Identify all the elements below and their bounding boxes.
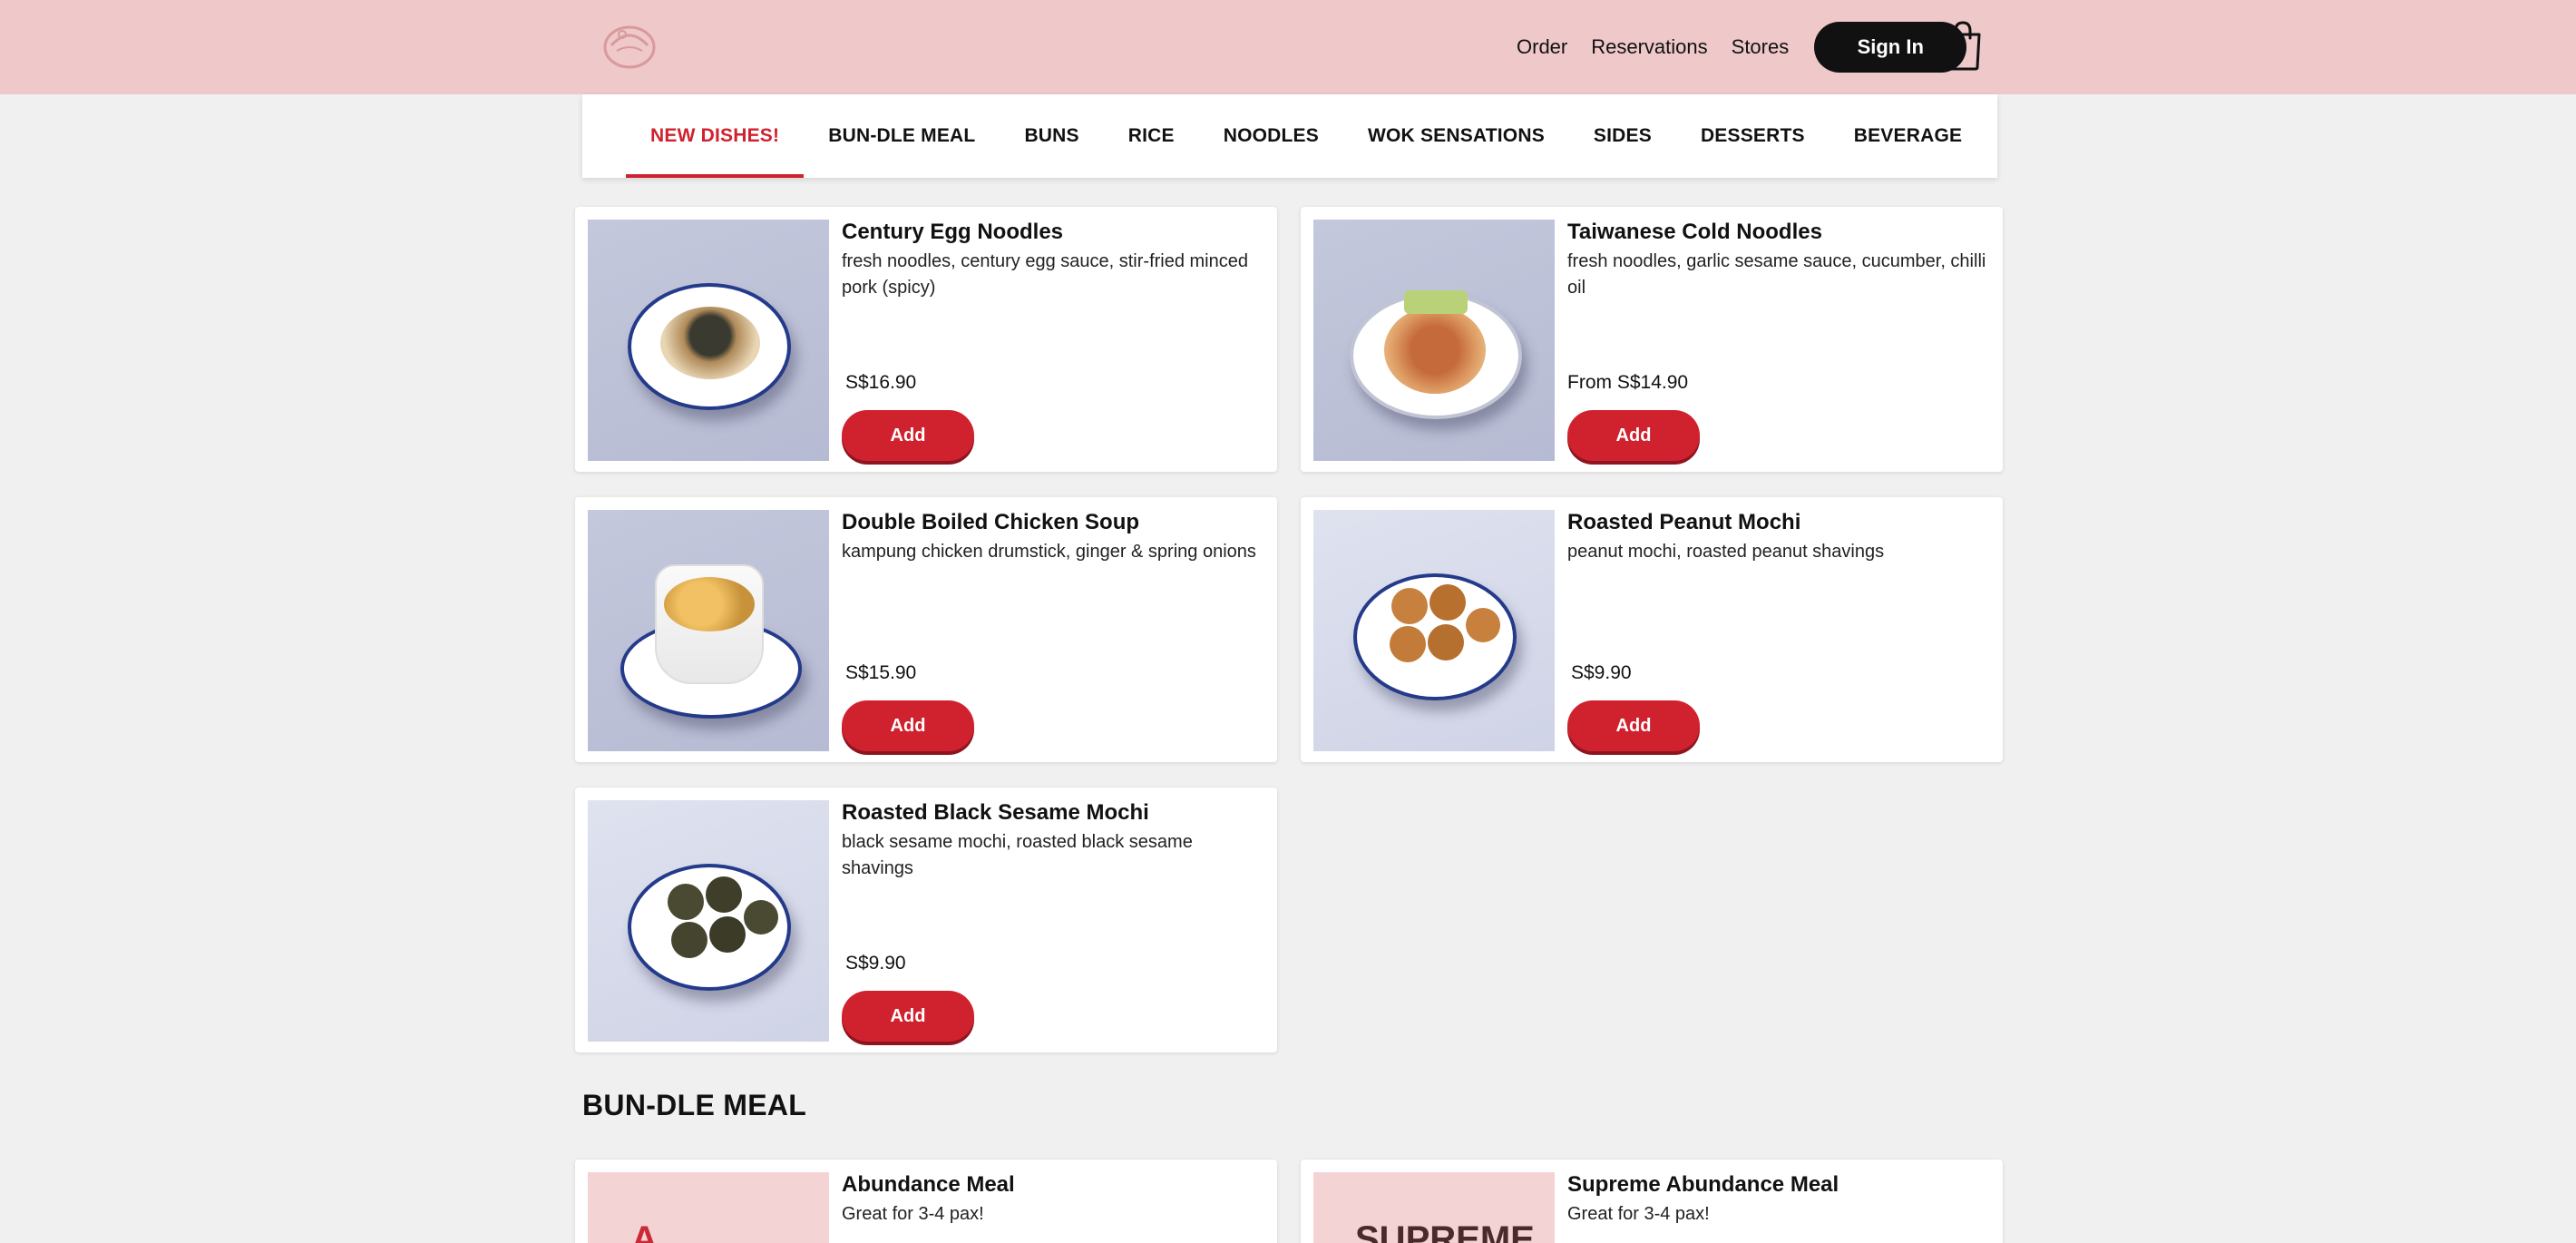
- tab-noodles[interactable]: NOODLES: [1199, 94, 1343, 178]
- top-header: Order Reservations Stores Sign In: [0, 0, 2576, 94]
- shopping-bag-icon[interactable]: [1943, 20, 1983, 71]
- tab-bundle-meal[interactable]: BUN-DLE MEAL: [804, 94, 1000, 178]
- add-button[interactable]: Add: [1567, 700, 1700, 751]
- bundle-image: A: [588, 1172, 829, 1243]
- dish-image: [1313, 220, 1555, 461]
- tab-rice[interactable]: RICE: [1104, 94, 1199, 178]
- tab-new-dishes[interactable]: NEW DISHES!: [626, 94, 805, 178]
- dish-price: S$15.90: [845, 662, 917, 683]
- menu-item-card[interactable]: Roasted Peanut Mochi peanut mochi, roast…: [1301, 497, 2003, 762]
- nav-stores[interactable]: Stores: [1732, 35, 1790, 59]
- promo-text: SUPREME: [1355, 1219, 1535, 1243]
- nav-order[interactable]: Order: [1517, 35, 1567, 59]
- dish-price: S$9.90: [845, 953, 906, 974]
- dish-image: [588, 800, 829, 1042]
- menu-item-card[interactable]: A Abundance Meal Great for 3-4 pax!: [575, 1160, 1277, 1243]
- bundle-name: Supreme Abundance Meal: [1567, 1172, 1839, 1197]
- tab-sides[interactable]: SIDES: [1569, 94, 1676, 178]
- tab-wok-sensations[interactable]: WOK SENSATIONS: [1343, 94, 1569, 178]
- menu-item-card[interactable]: Roasted Black Sesame Mochi black sesame …: [575, 788, 1277, 1052]
- menu-item-card[interactable]: Taiwanese Cold Noodles fresh noodles, ga…: [1301, 207, 2003, 472]
- add-button[interactable]: Add: [842, 700, 974, 751]
- dish-description: black sesame mochi, roasted black sesame…: [842, 832, 1193, 878]
- dish-price: S$9.90: [1571, 662, 1632, 683]
- dish-name: Century Egg Noodles: [842, 220, 1064, 244]
- dish-price: S$16.90: [845, 372, 917, 393]
- main-nav: Order Reservations Stores Sign In: [1517, 22, 1967, 73]
- dish-name: Taiwanese Cold Noodles: [1567, 220, 1822, 244]
- add-button[interactable]: Add: [842, 410, 974, 461]
- dish-description: fresh noodles, century egg sauce, stir-f…: [842, 251, 1248, 298]
- dish-image: [1313, 510, 1555, 751]
- menu-item-card[interactable]: Century Egg Noodles fresh noodles, centu…: [575, 207, 1277, 472]
- tab-buns[interactable]: BUNS: [1000, 94, 1103, 178]
- category-tabs: NEW DISHES! BUN-DLE MEAL BUNS RICE NOODL…: [582, 94, 1997, 178]
- section-title-bundle-meal: BUN-DLE MEAL: [582, 1089, 807, 1121]
- dish-description: fresh noodles, garlic sesame sauce, cucu…: [1567, 251, 1986, 298]
- bundle-description: Great for 3-4 pax!: [842, 1204, 984, 1224]
- bundle-image: SUPREME: [1313, 1172, 1555, 1243]
- dish-price: From S$14.90: [1567, 372, 1689, 393]
- dish-description: kampung chicken drumstick, ginger & spri…: [842, 542, 1256, 562]
- bundle-name: Abundance Meal: [842, 1172, 1015, 1197]
- dish-name: Roasted Black Sesame Mochi: [842, 800, 1149, 825]
- add-button[interactable]: Add: [1567, 410, 1700, 461]
- tab-desserts[interactable]: DESSERTS: [1676, 94, 1830, 178]
- nav-reservations[interactable]: Reservations: [1591, 35, 1707, 59]
- dish-name: Double Boiled Chicken Soup: [842, 510, 1140, 534]
- tab-beverage[interactable]: BEVERAGE: [1830, 94, 1986, 178]
- promo-text: A: [631, 1219, 658, 1243]
- dish-name: Roasted Peanut Mochi: [1567, 510, 1801, 534]
- dish-image: [588, 510, 829, 751]
- bundle-description: Great for 3-4 pax!: [1567, 1204, 1710, 1224]
- dish-description: peanut mochi, roasted peanut shavings: [1567, 542, 1885, 562]
- add-button[interactable]: Add: [842, 991, 974, 1042]
- menu-item-card[interactable]: Double Boiled Chicken Soup kampung chick…: [575, 497, 1277, 762]
- logo-icon[interactable]: [600, 18, 659, 71]
- menu-item-card[interactable]: SUPREME Supreme Abundance Meal Great for…: [1301, 1160, 2003, 1243]
- dish-image: [588, 220, 829, 461]
